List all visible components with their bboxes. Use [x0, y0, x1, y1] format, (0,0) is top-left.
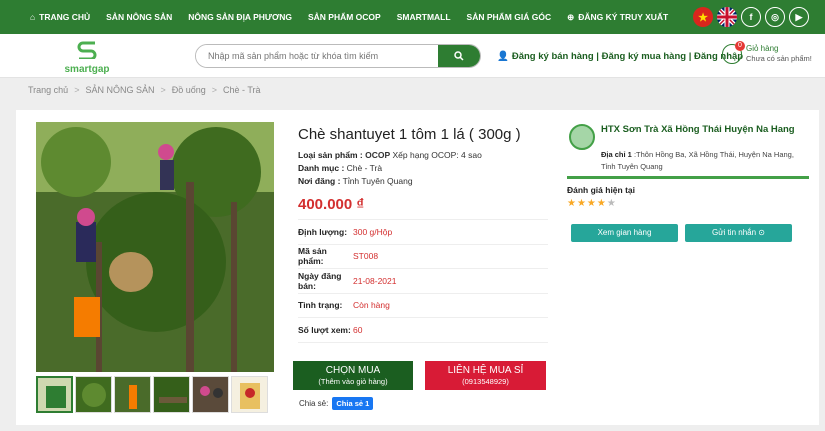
seller-logo[interactable]: [569, 124, 595, 150]
ocop-rank: Xếp hạng OCOP: 4 sao: [392, 150, 482, 160]
nav-ocop[interactable]: SẢN PHẨM OCOP: [300, 0, 389, 34]
cart-status: Chưa có sản phẩm!: [746, 54, 812, 63]
nav-smartmall[interactable]: SMARTMALL: [389, 0, 459, 34]
origin-value: Tỉnh Tuyên Quang: [342, 176, 413, 186]
contact-wholesale-button[interactable]: LIÊN HỆ MUA SỈ (0913548929): [425, 361, 546, 390]
thumbnail[interactable]: [192, 376, 229, 413]
facebook-share-button[interactable]: Chia sẻ 1: [332, 397, 374, 410]
nav-register-trace[interactable]: ⊕ ĐĂNG KÝ TRUY XUẤT: [559, 0, 676, 34]
category-row: Danh mục : Chè - Trà: [298, 163, 383, 173]
youtube-icon[interactable]: ▶: [789, 7, 809, 27]
search-icon: [454, 51, 464, 61]
nav-home[interactable]: ⌂ TRANG CHỦ: [0, 0, 98, 34]
breadcrumb-home[interactable]: Trang chủ: [28, 85, 68, 95]
search-input[interactable]: [196, 45, 438, 67]
detail-row: Tình trạng: Còn hàng: [298, 294, 548, 318]
facebook-icon[interactable]: f: [741, 7, 761, 27]
uk-flag-icon[interactable]: [717, 7, 737, 27]
breadcrumb-tea[interactable]: Chè - Trà: [223, 85, 261, 95]
logo[interactable]: smartgap: [52, 39, 122, 75]
rating-stars: ★★★★★: [567, 198, 617, 209]
thumbnail[interactable]: [36, 376, 73, 413]
share-row: Chia sẻ: Chia sẻ 1: [299, 397, 374, 410]
thumbnail[interactable]: [231, 376, 268, 413]
rating-label: Đánh giá hiện tại: [567, 185, 636, 195]
seller-name[interactable]: HTX Sơn Trà Xã Hồng Thái Huyện Na Hang: [601, 124, 801, 135]
product-title: Chè shantuyet 1 tôm 1 lá ( 300g ): [298, 126, 521, 143]
detail-row: Ngày đăng bán: 21-08-2021: [298, 269, 548, 294]
breadcrumb-drinks[interactable]: Đồ uống: [172, 85, 206, 95]
cart-count: 0: [735, 41, 745, 51]
seller-address: Địa chỉ 1 :Thôn Hồng Ba, Xã Hồng Thái, H…: [601, 150, 794, 171]
home-icon: ⌂: [30, 12, 36, 22]
send-message-button[interactable]: Gửi tin nhắn ⊙: [685, 224, 792, 242]
view-store-button[interactable]: Xem gian hàng: [571, 224, 678, 242]
buy-button[interactable]: CHỌN MUA (Thêm vào giỏ hàng): [293, 361, 413, 390]
nav-local[interactable]: NÔNG SẢN ĐỊA PHƯƠNG: [180, 0, 300, 34]
thumbnail-strip: [36, 376, 268, 413]
search-bar: [195, 44, 481, 68]
detail-row: Định lượng: 300 g/Hộp: [298, 220, 548, 245]
cart-title: Giỏ hàng: [746, 44, 779, 53]
product-panel: Chè shantuyet 1 tôm 1 lá ( 300g ) Loại s…: [16, 110, 819, 425]
origin-row: Nơi đăng : Tỉnh Tuyên Quang: [298, 176, 413, 186]
cart[interactable]: 0 Giỏ hàng Chưa có sản phẩm!: [722, 41, 812, 64]
breadcrumb-agri[interactable]: SẢN NÔNG SẢN: [85, 85, 154, 95]
product-image[interactable]: [36, 122, 274, 372]
nav-price[interactable]: SẢN PHẨM GIÁ GÓC: [459, 0, 560, 34]
detail-row: Mã sản phẩm: ST008: [298, 245, 548, 269]
user-icon: 👤: [497, 51, 509, 62]
divider: [567, 176, 809, 179]
breadcrumb: Trang chủ > SẢN NÔNG SẢN > Đồ uống > Chè…: [28, 85, 261, 95]
instagram-icon[interactable]: ◎: [765, 7, 785, 27]
product-type-row: Loại sản phẩm : OCOP Xếp hạng OCOP: 4 sa…: [298, 150, 482, 160]
logo-text: smartgap: [64, 64, 110, 75]
top-nav: ⌂ TRANG CHỦ SẢN NÔNG SẢN NÔNG SẢN ĐỊA PH…: [0, 0, 825, 34]
product-info: Chè shantuyet 1 tôm 1 lá ( 300g ) Loại s…: [298, 126, 548, 343]
plus-circle-icon: ⊕: [567, 11, 575, 22]
category-value[interactable]: Chè - Trà: [347, 163, 382, 173]
logo-mark-icon: [77, 41, 97, 61]
header: smartgap 👤 Đăng ký bán hàng | Đăng ký mu…: [0, 34, 825, 78]
search-button[interactable]: [438, 45, 480, 67]
account-links[interactable]: 👤 Đăng ký bán hàng | Đăng ký mua hàng | …: [497, 51, 743, 62]
thumbnail[interactable]: [114, 376, 151, 413]
vietnam-flag-icon[interactable]: ★: [693, 7, 713, 27]
cart-icon: 0: [722, 41, 745, 64]
thumbnail[interactable]: [75, 376, 112, 413]
ocop-logo: OCOP: [365, 150, 391, 160]
thumbnail[interactable]: [153, 376, 190, 413]
nav-agri[interactable]: SẢN NÔNG SẢN: [98, 0, 180, 34]
product-price: 400.000 ₫: [298, 196, 548, 220]
detail-row: Số lượt xem: 60: [298, 318, 548, 343]
